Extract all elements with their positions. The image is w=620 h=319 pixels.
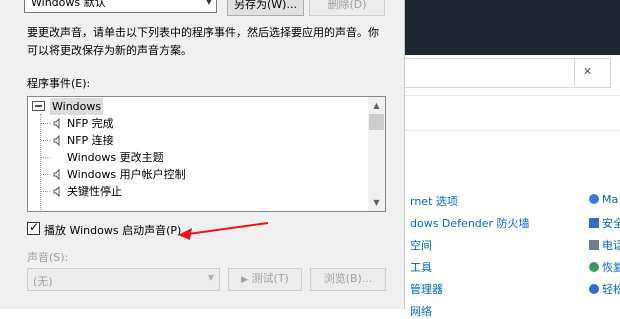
- annotation-arrow-shaft: [187, 222, 269, 235]
- annotation-arrow: [178, 222, 269, 240]
- annotation-arrow-head: [178, 228, 192, 240]
